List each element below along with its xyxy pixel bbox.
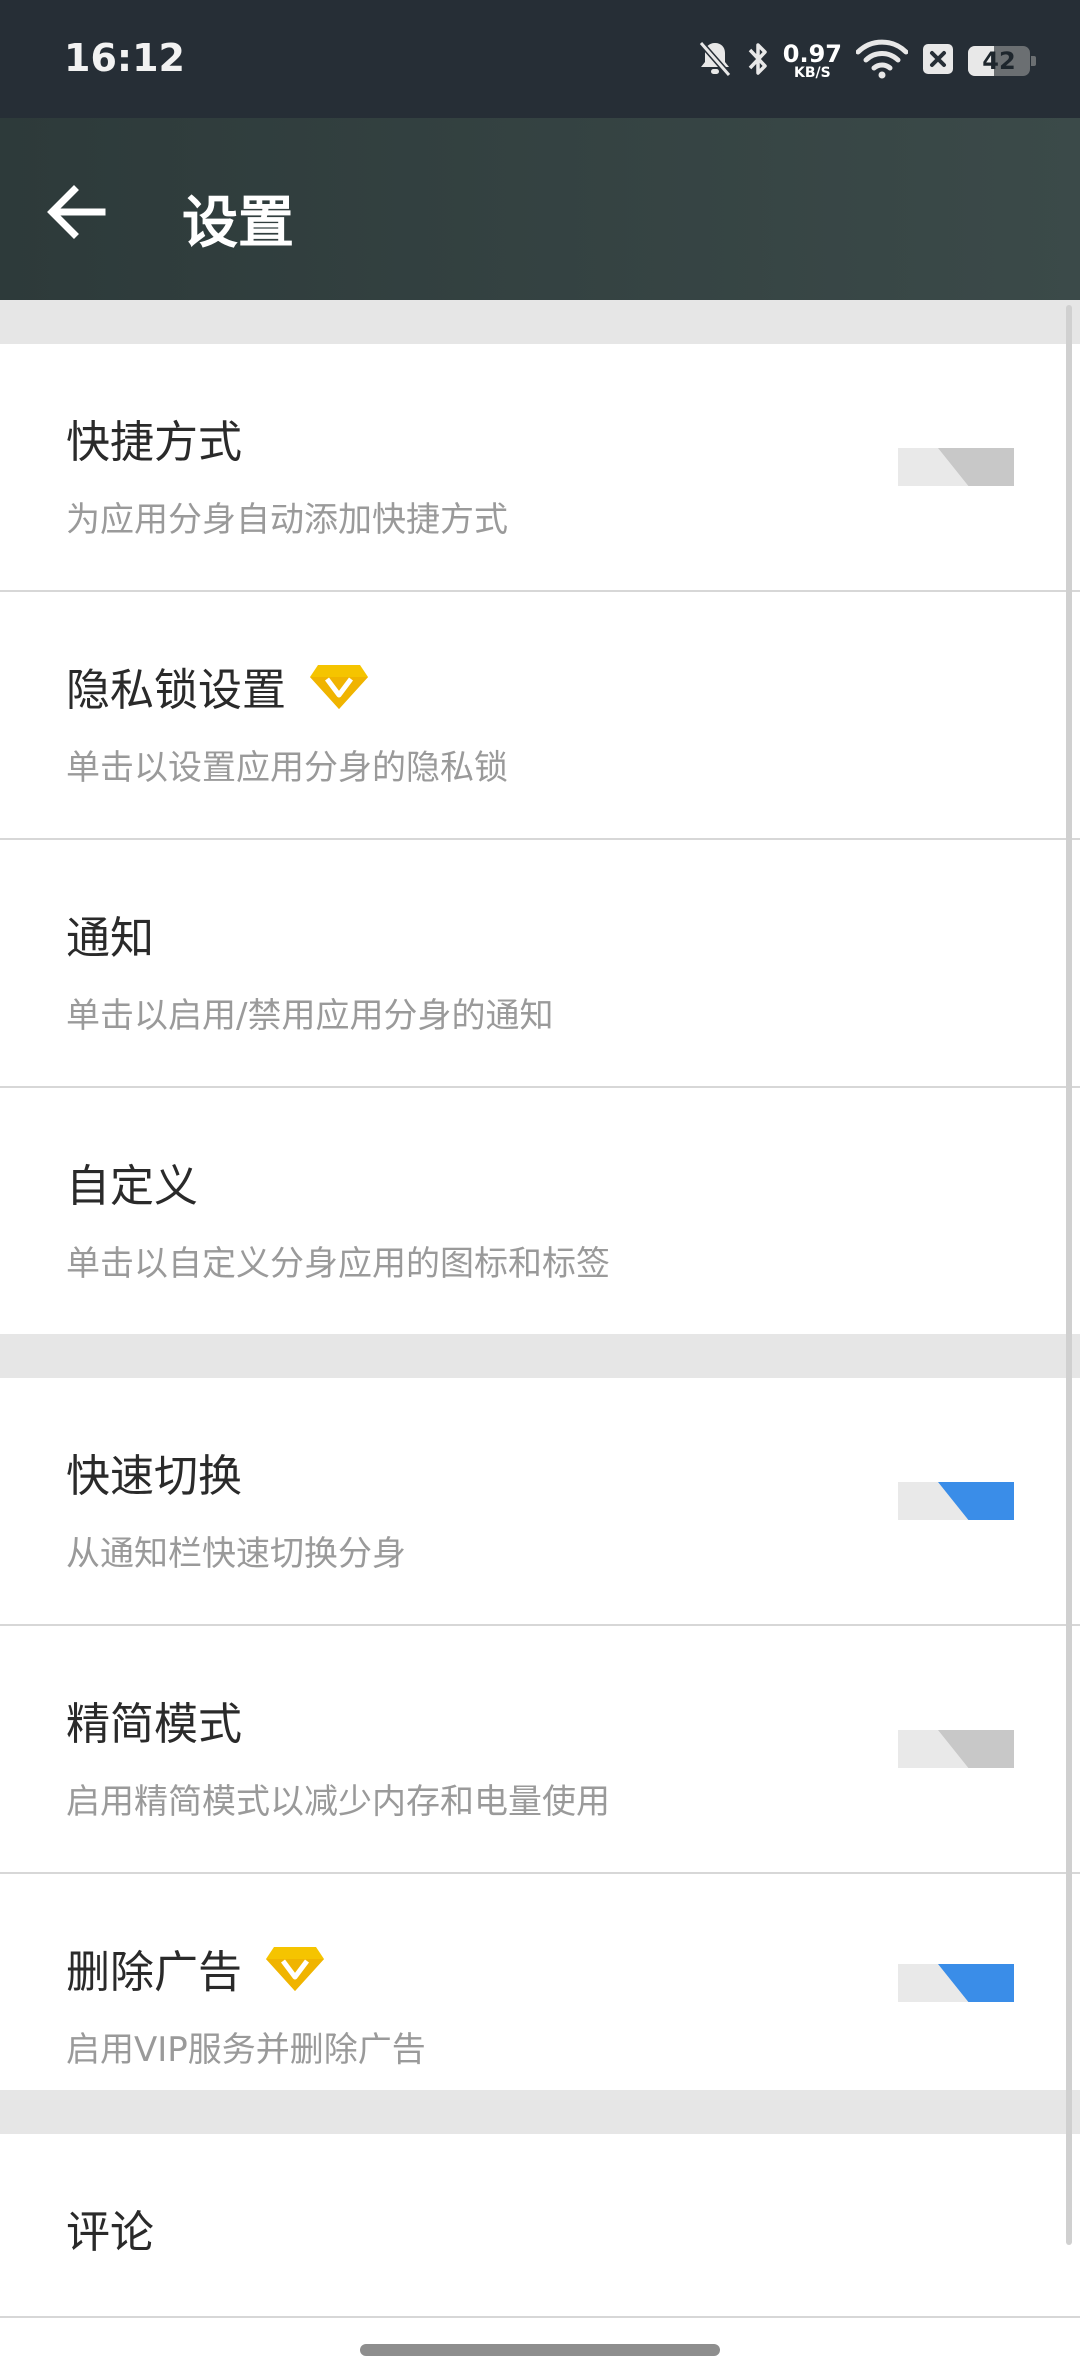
status-time: 16:12 — [64, 36, 185, 80]
home-indicator[interactable] — [360, 2344, 720, 2356]
setting-notification[interactable]: 通知 单击以启用/禁用应用分身的通知 — [0, 840, 1080, 1088]
status-bar: 16:12 0.97 KB/S 42 — [0, 0, 1080, 118]
net-speed-unit: KB/S — [794, 65, 831, 81]
vip-diamond-icon — [310, 665, 368, 709]
setting-subtitle: 单击以设置应用分身的隐私锁 — [66, 748, 508, 788]
bell-muted-icon — [697, 39, 733, 83]
setting-title: 通知 — [66, 913, 154, 964]
vip-diamond-icon — [266, 1947, 324, 1991]
settings-list: 快捷方式 为应用分身自动添加快捷方式 隐私锁设置 单击以设置应用分身的隐私锁 通… — [0, 300, 1080, 2376]
scrollbar[interactable] — [1066, 305, 1072, 2245]
remove-ads-toggle[interactable] — [898, 1964, 1014, 2002]
section-divider — [0, 2090, 1080, 2134]
setting-title: 自定义 — [66, 1161, 198, 1212]
setting-subtitle: 启用精简模式以减少内存和电量使用 — [66, 1782, 610, 1822]
lite-mode-toggle[interactable] — [898, 1730, 1014, 1768]
setting-privacy-lock[interactable]: 隐私锁设置 单击以设置应用分身的隐私锁 — [0, 592, 1080, 840]
setting-subtitle: 为应用分身自动添加快捷方式 — [66, 500, 508, 540]
bluetooth-icon — [747, 39, 769, 83]
battery-icon: 42 — [968, 46, 1036, 76]
quick-switch-toggle[interactable] — [898, 1482, 1014, 1520]
setting-remove-ads[interactable]: 删除广告 启用VIP服务并删除广告 — [0, 1874, 1080, 2090]
app-bar: 设置 — [0, 118, 1080, 300]
setting-lite-mode[interactable]: 精简模式 启用精简模式以减少内存和电量使用 — [0, 1626, 1080, 1874]
page-title: 设置 — [182, 191, 294, 256]
setting-subtitle: 启用VIP服务并删除广告 — [66, 2030, 426, 2070]
net-speed: 0.97 KB/S — [783, 42, 842, 80]
setting-title: 快速切换 — [66, 1451, 242, 1502]
setting-review[interactable]: 评论 — [0, 2134, 1080, 2318]
setting-quick-switch[interactable]: 快速切换 从通知栏快速切换分身 — [0, 1378, 1080, 1626]
setting-subtitle: 单击以自定义分身应用的图标和标签 — [66, 1244, 610, 1284]
setting-title: 快捷方式 — [66, 417, 242, 468]
setting-shortcut[interactable]: 快捷方式 为应用分身自动添加快捷方式 — [0, 344, 1080, 592]
arrow-left-icon — [47, 185, 106, 239]
setting-title: 评论 — [66, 2207, 154, 2258]
close-box-icon — [922, 42, 954, 80]
section-divider — [0, 1334, 1080, 1378]
battery-level: 42 — [982, 47, 1016, 75]
shortcut-toggle[interactable] — [898, 448, 1014, 486]
setting-customize[interactable]: 自定义 单击以自定义分身应用的图标和标签 — [0, 1088, 1080, 1334]
setting-title: 隐私锁设置 — [66, 654, 370, 718]
setting-title: 删除广告 — [66, 1936, 326, 2000]
setting-title: 精简模式 — [66, 1699, 242, 1750]
section-divider — [0, 300, 1080, 344]
net-speed-value: 0.97 — [782, 40, 842, 68]
setting-subtitle: 单击以启用/禁用应用分身的通知 — [66, 996, 554, 1036]
status-icons: 0.97 KB/S 42 — [697, 36, 1036, 86]
wifi-icon — [855, 39, 909, 83]
setting-subtitle: 从通知栏快速切换分身 — [66, 1534, 406, 1574]
back-button[interactable] — [38, 174, 114, 250]
